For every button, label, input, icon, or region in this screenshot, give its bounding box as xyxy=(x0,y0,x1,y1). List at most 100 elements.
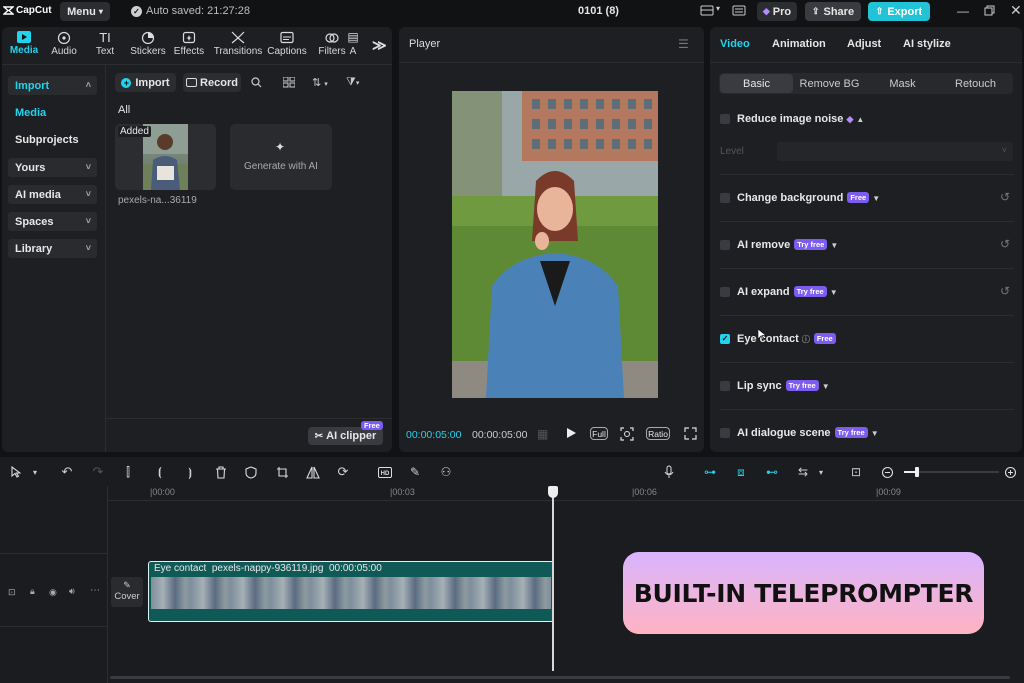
shield-icon[interactable] xyxy=(243,464,259,480)
mirror-icon[interactable] xyxy=(305,464,321,480)
change-background-checkbox[interactable] xyxy=(720,193,730,203)
ai-dialogue-scene-checkbox[interactable] xyxy=(720,428,730,438)
redo-icon[interactable]: ↷ xyxy=(90,464,106,480)
split-icon[interactable]: ⫿ xyxy=(120,464,136,480)
tab-ai-stylize[interactable]: AI stylize xyxy=(903,38,951,50)
eye-contact-checkbox[interactable]: ✓ xyxy=(720,334,730,344)
volume-icon[interactable]: 🔊︎ xyxy=(69,586,75,597)
audio-icon xyxy=(57,31,71,44)
subtab-mask[interactable]: Mask xyxy=(866,74,939,93)
ai-expand-checkbox[interactable] xyxy=(720,287,730,297)
grid-view-icon[interactable] xyxy=(282,76,296,91)
chevron-down-icon[interactable]: ▾ xyxy=(27,464,43,480)
timeline-scrollbar[interactable] xyxy=(110,676,1010,679)
fullscreen-icon[interactable] xyxy=(684,427,697,443)
subtab-remove-bg[interactable]: Remove BG xyxy=(793,74,866,93)
snap-icon[interactable]: ⊷ xyxy=(764,464,780,480)
tab-adjust[interactable]: ▤ A xyxy=(346,27,360,83)
zoom-slider[interactable] xyxy=(904,467,999,477)
tab-media[interactable]: Media xyxy=(2,27,46,83)
media-card[interactable]: Added xyxy=(115,124,216,190)
level-select[interactable]: ˅ xyxy=(777,142,1013,161)
magic-wand-icon[interactable]: ✎ xyxy=(407,464,423,480)
play-icon[interactable] xyxy=(566,427,577,442)
sidebar-item-ai-media[interactable]: AI media ˅ xyxy=(8,185,97,204)
sidebar-item-library[interactable]: Library ˅ xyxy=(8,239,97,258)
trim-left-icon[interactable]: ⦗ xyxy=(152,464,168,480)
sidebar-item-yours[interactable]: Yours ˅ xyxy=(8,158,97,177)
generate-with-ai-card[interactable]: ✦ Generate with AI xyxy=(230,124,332,190)
filter-all[interactable]: All xyxy=(118,104,130,116)
lock-icon[interactable]: 🔒︎ xyxy=(30,586,35,597)
select-cursor-icon[interactable] xyxy=(8,464,24,480)
ai-clipper-badge: Free xyxy=(361,421,383,430)
undo-icon[interactable]: ↶ xyxy=(59,464,75,480)
keyboard-icon[interactable] xyxy=(732,5,746,20)
record-button[interactable]: Record xyxy=(183,73,241,92)
reset-icon[interactable]: ↺ xyxy=(1000,284,1010,298)
zoom-in-icon[interactable] xyxy=(1002,464,1018,480)
cover-button[interactable]: ✎ Cover xyxy=(111,577,143,607)
close-icon[interactable]: ✕ xyxy=(1010,2,1022,19)
chevron-down-icon[interactable]: ▾ xyxy=(813,464,829,480)
sidebar-item-subprojects[interactable]: Subprojects xyxy=(15,134,79,146)
video-clip[interactable]: Eye contact pexels-nappy-936119.jpg 00:0… xyxy=(148,561,554,622)
tab-audio[interactable]: Audio xyxy=(42,27,86,83)
ai-remove-checkbox[interactable] xyxy=(720,240,730,250)
microphone-icon[interactable] xyxy=(661,464,677,480)
prop-ai-remove: AI remove Try free ▼ ↺ xyxy=(720,222,1014,269)
tab-video[interactable]: Video xyxy=(720,38,750,50)
zoom-out-icon[interactable] xyxy=(879,464,895,480)
sidebar-item-import[interactable]: Import ˄ xyxy=(8,76,97,95)
link-clips-icon[interactable]: ⊶ xyxy=(702,464,718,480)
sidebar-item-media[interactable]: Media xyxy=(15,107,46,119)
clip-duration: 00:00:05:00 xyxy=(328,563,382,574)
search-icon[interactable] xyxy=(251,77,262,91)
subtab-retouch[interactable]: Retouch xyxy=(939,74,1012,93)
transitions-icon xyxy=(231,31,245,44)
crop-icon[interactable] xyxy=(274,464,290,480)
filter-icon[interactable]: ⧩▾ xyxy=(346,76,359,89)
rotate-icon[interactable]: ⟳ xyxy=(335,464,351,480)
restore-icon[interactable] xyxy=(984,5,995,19)
playhead[interactable] xyxy=(552,486,554,671)
pro-button[interactable]: ◆ Pro xyxy=(757,2,797,21)
share-button[interactable]: ⇪ Share xyxy=(805,2,861,21)
more-tabs-icon[interactable]: ≫ xyxy=(372,37,387,54)
track-thumbnail-icon[interactable]: ⊡ xyxy=(8,587,16,598)
reset-icon[interactable]: ↺ xyxy=(1000,237,1010,251)
full-button[interactable]: Full xyxy=(590,427,608,440)
ratio-button[interactable]: Ratio xyxy=(646,427,670,440)
export-button[interactable]: ⇧ Export xyxy=(868,2,930,21)
tab-adjust-inspector[interactable]: Adjust xyxy=(847,38,881,50)
sidebar-item-spaces[interactable]: Spaces ˅ xyxy=(8,212,97,231)
generate-label: Generate with AI xyxy=(244,161,318,172)
delete-icon[interactable] xyxy=(213,464,229,480)
reduce-noise-checkbox[interactable] xyxy=(720,114,730,124)
hamburger-icon[interactable]: ☰ xyxy=(678,37,689,51)
subtab-label: Mask xyxy=(889,77,916,90)
fit-screen-icon[interactable]: ⊡ xyxy=(848,464,864,480)
import-button[interactable]: + Import xyxy=(115,73,176,92)
minimize-icon[interactable]: — xyxy=(957,4,969,18)
zoom-slider-handle[interactable] xyxy=(915,467,919,477)
layout-icon[interactable] xyxy=(700,5,714,20)
lip-sync-checkbox[interactable] xyxy=(720,381,730,391)
chevron-down-icon[interactable]: ▾ xyxy=(716,4,720,13)
sort-icon[interactable]: ⇅ ▾ xyxy=(312,76,328,89)
tab-captions[interactable]: Captions xyxy=(265,27,309,83)
magnet-icon[interactable]: ⧈ xyxy=(733,464,749,480)
ai-person-icon[interactable]: ⚇ xyxy=(438,464,454,480)
subtab-basic[interactable]: Basic xyxy=(720,74,793,93)
playhead-handle[interactable] xyxy=(548,486,558,498)
preview-axis-icon[interactable]: ⇆ xyxy=(795,464,811,480)
reset-icon[interactable]: ↺ xyxy=(1000,190,1010,204)
more-icon[interactable]: ⋯ xyxy=(90,585,100,596)
tab-animation[interactable]: Animation xyxy=(772,38,826,50)
screenshot-icon[interactable] xyxy=(620,427,634,444)
tab-label: Audio xyxy=(51,46,77,57)
hd-icon[interactable]: HD xyxy=(377,464,393,480)
eye-icon[interactable]: ◉ xyxy=(49,587,57,598)
menu-button[interactable]: Menu ▾ xyxy=(60,2,110,21)
trim-right-icon[interactable]: ⦘ xyxy=(182,464,198,480)
